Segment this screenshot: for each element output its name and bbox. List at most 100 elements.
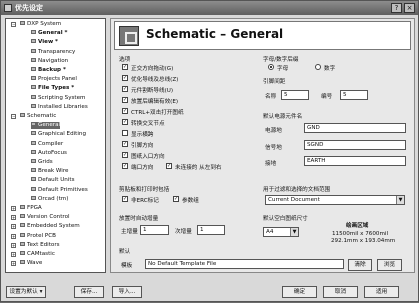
set-default-button[interactable]: 设置为默认 ▾: [6, 286, 46, 298]
tree-item-11[interactable]: General: [31, 122, 61, 130]
tree-item-7[interactable]: File Types *: [31, 85, 74, 92]
option-checkbox[interactable]: ✓: [122, 141, 128, 147]
radio-numeric[interactable]: [315, 64, 321, 70]
folder-icon: [31, 140, 36, 145]
tree-item-label: Graphical Editing: [38, 131, 87, 138]
tree-item-label: Text Editors: [27, 241, 60, 248]
filter-scope-select[interactable]: Current Document ▼: [265, 195, 405, 205]
option-label: 引脚方向: [131, 143, 154, 149]
panel-title: Schematic – General: [146, 27, 284, 41]
tree-item-label: Default Units: [38, 177, 75, 184]
tree-item-8[interactable]: Scripting System: [31, 94, 86, 102]
expand-icon[interactable]: +: [11, 242, 16, 248]
power-ports-title: 默认电源元件名: [263, 114, 303, 120]
tree-item-6[interactable]: Projects Panel: [31, 76, 77, 83]
option-label: CTRL+双击打开图纸: [131, 110, 184, 116]
pin-name-input[interactable]: 5: [281, 90, 309, 100]
save-button[interactable]: 保存...: [74, 286, 104, 298]
chevron-down-icon[interactable]: ▼: [290, 228, 298, 236]
secondary-increment-input[interactable]: 1: [197, 225, 225, 235]
option-checkbox[interactable]: ✓: [122, 64, 128, 70]
option-checkbox[interactable]: ✓: [122, 152, 128, 158]
primary-increment-input[interactable]: 1: [140, 225, 169, 235]
close-button[interactable]: ×: [404, 3, 415, 13]
tree-item-25[interactable]: + CAMtastic: [11, 251, 55, 258]
option-checkbox[interactable]: ✓: [122, 119, 128, 125]
expand-icon[interactable]: +: [11, 261, 16, 267]
tree-item-3[interactable]: Transparency: [31, 48, 75, 56]
checkbox-parameter-sets[interactable]: ✓: [173, 196, 179, 202]
load-button[interactable]: 导入...: [112, 286, 142, 298]
option-checkbox[interactable]: ✓: [122, 108, 128, 114]
tree-item-17[interactable]: Default Units: [31, 177, 75, 184]
browse-button[interactable]: 浏览: [377, 259, 402, 271]
tree-item-10[interactable]: − Schematic: [11, 113, 56, 120]
preferences-tree[interactable]: − DXP System General * View * Transparency Na…: [5, 18, 106, 273]
tree-item-18[interactable]: Default Primitives: [31, 186, 88, 194]
tree-item-label: File Types *: [38, 85, 75, 92]
tree-item-13[interactable]: Compiler: [31, 140, 63, 148]
tree-item-26[interactable]: + Wave: [11, 260, 42, 267]
option-label: 元件割断导线(U): [131, 88, 174, 94]
tree-item-15[interactable]: Grids: [31, 159, 53, 166]
option-checkbox[interactable]: ✓: [122, 163, 128, 169]
panel-header: Schematic – General: [114, 21, 411, 50]
chevron-down-icon[interactable]: ▼: [396, 196, 404, 204]
option-checkbox[interactable]: ✓: [122, 97, 128, 103]
option-checkbox[interactable]: [122, 130, 128, 136]
sheet-size-select[interactable]: A4 ▼: [263, 227, 299, 237]
cancel-button[interactable]: 取消: [323, 286, 358, 298]
option-checkbox[interactable]: ✓: [122, 86, 128, 92]
tree-item-9[interactable]: Installed Libraries: [31, 103, 88, 111]
tree-item-16[interactable]: Break Wire: [31, 168, 68, 175]
tree-item-14[interactable]: AutoFocus: [31, 149, 67, 157]
tree-item-1[interactable]: General *: [31, 30, 68, 37]
tree-item-12[interactable]: Graphical Editing: [31, 131, 86, 138]
template-input[interactable]: No Default Template File: [145, 259, 344, 269]
option-label: 图纸入口方向: [131, 154, 165, 160]
expand-icon[interactable]: +: [11, 206, 16, 211]
folder-icon: [20, 232, 25, 237]
radio-alpha[interactable]: [268, 64, 274, 70]
tree-item-0[interactable]: − DXP System: [11, 21, 62, 28]
tree-item-21[interactable]: + Version Control: [11, 214, 70, 221]
expand-icon[interactable]: +: [11, 252, 16, 257]
folder-icon: [31, 131, 36, 136]
power-ground-input[interactable]: GND: [304, 123, 406, 133]
window-title: 优先设定: [15, 4, 43, 12]
apply-button[interactable]: 适用: [364, 286, 399, 298]
collapse-icon[interactable]: −: [11, 22, 16, 27]
tree-item-5[interactable]: Backup *: [31, 67, 66, 74]
tree-item-label: DXP System: [27, 21, 62, 27]
earth-input[interactable]: EARTH: [304, 156, 406, 166]
ok-button[interactable]: 确定: [282, 286, 317, 298]
suffix-group-title: 字母/数字后缀: [263, 57, 299, 63]
tree-item-2[interactable]: View *: [31, 39, 58, 46]
folder-icon: [31, 122, 36, 127]
tree-item-19[interactable]: Orcad (tm): [31, 195, 68, 203]
dims-mil: 11500mil x 7600mil: [332, 231, 389, 237]
title-bar[interactable]: 优先设定 ? ×: [1, 1, 418, 15]
unconnected-checkbox[interactable]: ✓: [166, 163, 172, 169]
tree-item-4[interactable]: Navigation: [31, 57, 68, 65]
tree-item-23[interactable]: + Protel PCB: [11, 232, 56, 240]
expand-icon[interactable]: +: [11, 233, 16, 239]
checkbox-no-erc[interactable]: ✓: [122, 196, 128, 202]
option-checkbox[interactable]: ✓: [122, 75, 128, 81]
collapse-icon[interactable]: −: [11, 114, 16, 119]
folder-icon: [20, 205, 25, 209]
expand-icon[interactable]: +: [11, 224, 16, 230]
tree-item-20[interactable]: + FPGA: [11, 205, 42, 212]
help-button[interactable]: ?: [391, 3, 402, 13]
tree-item-22[interactable]: + Embedded System: [11, 223, 80, 230]
tree-item-label: View *: [38, 39, 58, 46]
pin-number-input[interactable]: 5: [340, 90, 368, 100]
expand-icon[interactable]: +: [11, 215, 16, 221]
sheet-size-value: A4: [266, 229, 274, 235]
tree-item-24[interactable]: + Text Editors: [11, 241, 60, 249]
clear-button[interactable]: 清除: [348, 259, 372, 271]
folder-icon: [31, 159, 36, 163]
primary-increment-label: 主增量: [121, 229, 138, 235]
folder-icon: [20, 260, 25, 265]
signal-ground-input[interactable]: SGND: [304, 140, 406, 150]
